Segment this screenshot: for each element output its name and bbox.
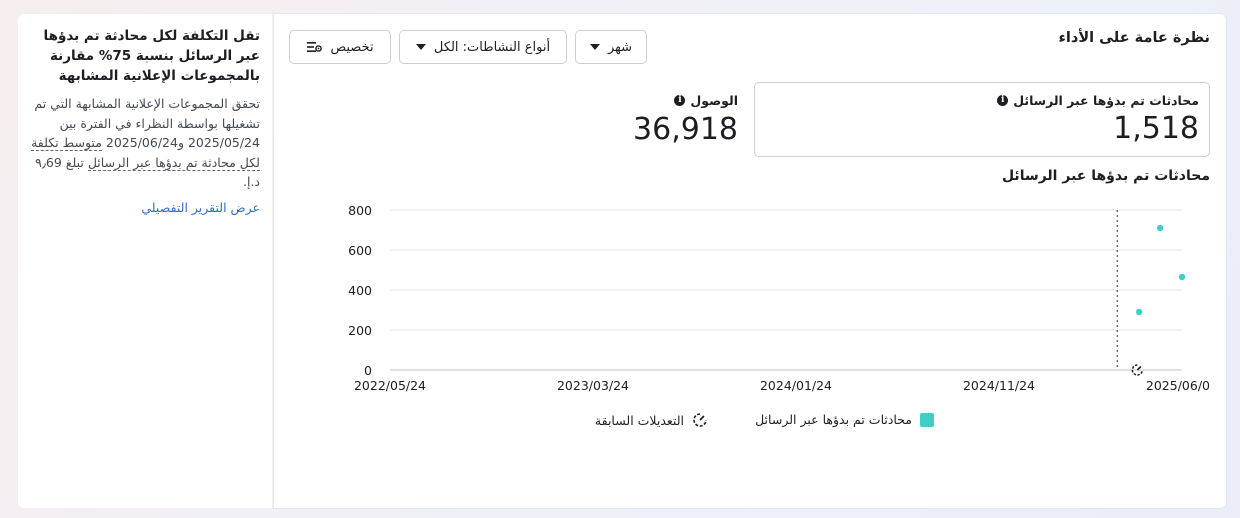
x-tick-label: 2025/06/0: [1146, 378, 1210, 393]
settings-sliders-icon: [307, 42, 323, 52]
conversations-metric-value: 1,518: [1113, 111, 1199, 146]
conversations-metric-card[interactable]: محادثات تم بدؤها عبر الرسائل i 1,518: [754, 82, 1210, 157]
activity-type-dropdown[interactable]: أنواع النشاطات: الكل: [399, 30, 567, 64]
legend-swatch: [920, 412, 934, 427]
legend-series[interactable]: محادثات تم بدؤها عبر الرسائل: [755, 412, 934, 427]
period-label: شهر: [607, 39, 633, 55]
page-title: نظرة عامة على الأداء: [1058, 30, 1211, 46]
chevron-down-icon: [589, 44, 600, 50]
y-tick-label: 800: [348, 203, 372, 218]
customize-button[interactable]: تخصيص: [289, 30, 391, 64]
conversations-chart: 0 200 400 600 800 2022/05/24 2023/03/24 2024/01…: [348, 203, 1210, 393]
insight-card: تقل التكلفة لكل محادثة تم بدؤها عبر الرس…: [28, 26, 260, 216]
performance-panel: نظرة عامة على الأداء شهر أنواع النشاطات:…: [274, 14, 1226, 508]
conversations-metric-label: محادثات تم بدؤها عبر الرسائل: [1013, 93, 1199, 108]
y-tick-label: 600: [348, 243, 372, 258]
data-point: [1178, 273, 1186, 281]
reach-metric-value: 36,918: [633, 112, 738, 147]
gauge-icon: [693, 413, 707, 427]
period-dropdown[interactable]: شهر: [575, 30, 647, 64]
x-tick-label: 2022/05/24: [354, 378, 426, 393]
chart-title: محادثات تم بدؤها عبر الرسائل: [1001, 168, 1210, 184]
reach-metric-label-row: الوصول i: [674, 93, 738, 108]
insight-body: تحقق المجموعات الإعلانية المشابهة التي ت…: [28, 94, 260, 192]
edit-marker-needle: [1136, 365, 1142, 371]
x-tick-label: 2024/01/24: [760, 378, 832, 393]
data-point: [1135, 308, 1143, 316]
chevron-down-icon: [415, 44, 426, 50]
info-icon[interactable]: i: [997, 95, 1009, 106]
conversations-metric-label-row: محادثات تم بدؤها عبر الرسائل i: [997, 93, 1199, 108]
x-tick-label: 2023/03/24: [557, 378, 629, 393]
legend-edits[interactable]: التعديلات السابقة: [595, 412, 708, 428]
customize-label: تخصيص: [330, 39, 374, 55]
data-point: [1157, 224, 1164, 232]
insight-title: تقل التكلفة لكل محادثة تم بدؤها عبر الرس…: [43, 28, 260, 84]
y-tick-label: 0: [364, 363, 372, 378]
reach-metric-label: الوصول: [690, 93, 738, 108]
x-tick-label: 2024/11/24: [963, 378, 1035, 393]
activity-type-label: أنواع النشاطات: الكل: [433, 39, 551, 55]
detailed-report-link[interactable]: عرض التقرير التفصيلي: [141, 200, 260, 215]
y-tick-label: 200: [348, 323, 372, 338]
legend-edits-label: التعديلات السابقة: [594, 412, 684, 428]
info-icon[interactable]: i: [674, 95, 686, 106]
insight-panel: تقل التكلفة لكل محادثة تم بدؤها عبر الرس…: [18, 14, 272, 508]
y-tick-label: 400: [348, 283, 372, 298]
legend-series-label: محادثات تم بدؤها عبر الرسائل: [755, 412, 912, 427]
